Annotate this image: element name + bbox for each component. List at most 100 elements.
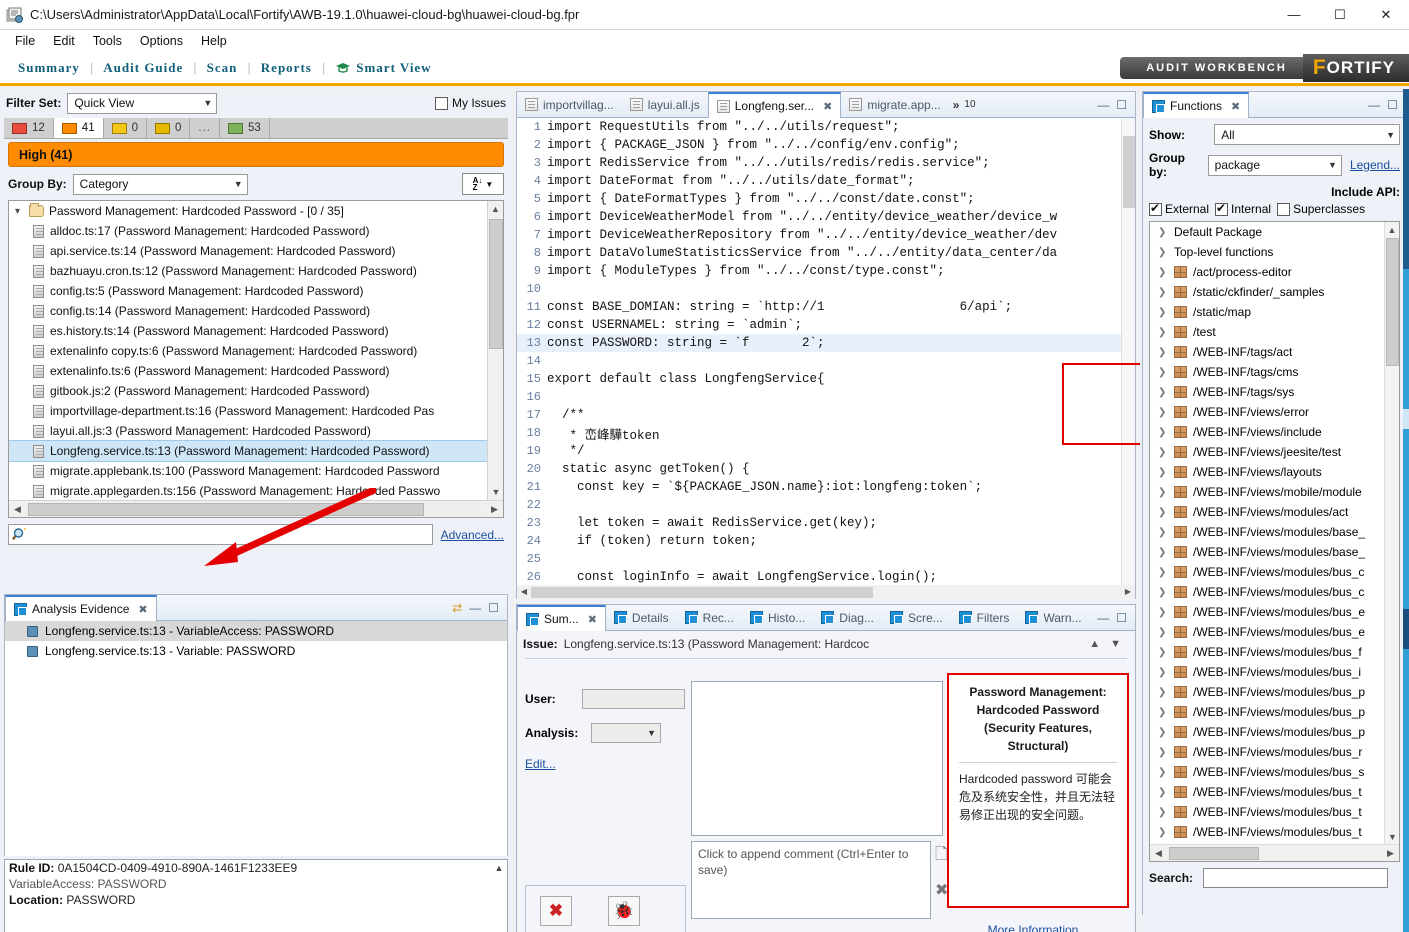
scroll-down-icon[interactable]: ▼ — [488, 484, 503, 500]
functions-vertical-scrollbar[interactable]: ▲ ▼ — [1384, 222, 1399, 844]
severity-tab-overflow[interactable]: ... — [190, 118, 220, 138]
function-node[interactable]: ❯ /WEB-INF/views/mobile/module — [1150, 482, 1399, 502]
close-icon[interactable]: ✖ — [1231, 100, 1240, 113]
issue-row-selected[interactable]: Longfeng.service.ts:13 (Password Managem… — [9, 440, 487, 462]
comment-input[interactable]: Click to append comment (Ctrl+Enter to s… — [691, 841, 931, 919]
minimize-view-icon[interactable]: — — [1097, 98, 1109, 112]
severity-tab-critical[interactable]: 12 — [4, 118, 54, 138]
scroll-right-icon[interactable]: ▶ — [1121, 587, 1135, 597]
minimize-button[interactable]: — — [1271, 0, 1317, 30]
superclasses-checkbox[interactable] — [1277, 202, 1291, 216]
legend-link[interactable]: Legend... — [1350, 158, 1400, 172]
my-issues-checkbox-group[interactable]: My Issues — [434, 96, 506, 110]
maximize-view-icon[interactable]: ☐ — [1116, 611, 1127, 625]
scrollbar-thumb[interactable] — [489, 219, 503, 349]
evidence-row[interactable]: Longfeng.service.ts:13 - Variable: PASSW… — [5, 641, 507, 661]
chevron-right-icon[interactable]: ❯ — [1158, 587, 1174, 598]
function-node[interactable]: ❯ /WEB-INF/views/jeesite/test — [1150, 442, 1399, 462]
chevron-right-icon[interactable]: ❯ — [1158, 527, 1174, 538]
chevron-right-icon[interactable]: ❯ — [1158, 627, 1174, 638]
function-node[interactable]: ❯ /WEB-INF/views/modules/bus_c — [1150, 562, 1399, 582]
function-node[interactable]: ❯ /WEB-INF/views/modules/bus_i — [1150, 662, 1399, 682]
chevron-right-icon[interactable]: ❯ — [1158, 647, 1174, 658]
issues-tree[interactable]: ▾ Password Management: Hardcoded Passwor… — [8, 200, 504, 518]
editor-tab-migrate-app[interactable]: migrate.app... — [841, 92, 948, 118]
function-node[interactable]: ❯ /WEB-INF/views/modules/bus_c — [1150, 582, 1399, 602]
issue-row[interactable]: layui.all.js:3 (Password Management: Har… — [9, 421, 487, 441]
previous-issue-button[interactable]: ▲ — [1089, 638, 1100, 650]
function-node[interactable]: ❯ /WEB-INF/views/error — [1150, 402, 1399, 422]
issue-notes-box[interactable] — [691, 681, 943, 836]
function-node[interactable]: ❯ /WEB-INF/tags/act — [1150, 342, 1399, 362]
maximize-view-icon[interactable]: ☐ — [1116, 98, 1127, 112]
show-select[interactable]: All ▼ — [1214, 124, 1400, 145]
external-checkbox-group[interactable]: External — [1149, 201, 1209, 216]
sync-icon[interactable]: ⇄ — [452, 601, 462, 615]
chevron-right-icon[interactable]: ❯ — [1158, 247, 1174, 258]
chevron-right-icon[interactable]: ❯ — [1158, 267, 1174, 278]
scroll-up-icon[interactable]: ▲ — [491, 860, 507, 876]
scroll-left-icon[interactable]: ◀ — [1150, 848, 1167, 859]
close-icon[interactable]: ✖ — [823, 100, 832, 113]
issue-row[interactable]: config.ts:14 (Password Management: Hardc… — [9, 301, 487, 321]
functions-search-input[interactable] — [1203, 868, 1389, 888]
scrollbar-track[interactable] — [531, 586, 1121, 598]
scrollbar-thumb[interactable] — [1386, 238, 1399, 366]
scrollbar-thumb[interactable] — [1123, 136, 1135, 208]
scrollbar-thumb[interactable] — [28, 502, 424, 516]
chevron-right-icon[interactable]: ❯ — [1158, 747, 1174, 758]
issue-search-field[interactable] — [28, 526, 432, 543]
function-node[interactable]: ❯ /WEB-INF/views/modules/bus_t — [1150, 802, 1399, 822]
tab-analysis-evidence[interactable]: Analysis Evidence ✖ — [5, 594, 157, 622]
minimize-view-icon[interactable]: — — [1368, 98, 1380, 112]
function-node[interactable]: ❯ Default Package — [1150, 222, 1399, 242]
chevron-right-icon[interactable]: ❯ — [1158, 407, 1174, 418]
nav-reports[interactable]: Reports — [251, 60, 322, 76]
scrollbar-thumb[interactable] — [531, 586, 874, 598]
chevron-down-icon[interactable]: ▾ — [15, 206, 29, 217]
scroll-right-icon[interactable]: ▶ — [1382, 848, 1399, 859]
function-node[interactable]: ❯ /WEB-INF/tags/sys — [1150, 382, 1399, 402]
scroll-up-icon[interactable]: ▲ — [1385, 222, 1399, 237]
tab-diagram[interactable]: Diag... — [813, 605, 882, 631]
severity-tab-high[interactable]: 41 — [53, 118, 104, 138]
scroll-right-icon[interactable]: ▶ — [486, 504, 503, 515]
function-node[interactable]: ❯ /WEB-INF/views/layouts — [1150, 462, 1399, 482]
menu-options[interactable]: Options — [131, 32, 192, 50]
function-node[interactable]: ❯ /WEB-INF/views/modules/bus_e — [1150, 622, 1399, 642]
function-node[interactable]: ❯ /WEB-INF/views/modules/bus_p — [1150, 682, 1399, 702]
nav-scan[interactable]: Scan — [197, 60, 248, 76]
issue-row[interactable]: migrate.applegarden.ts:156 (Password Man… — [9, 481, 487, 500]
editor-tab-overflow[interactable]: » 10 — [949, 92, 984, 118]
nav-audit-guide[interactable]: Audit Guide — [93, 60, 193, 76]
function-node[interactable]: ❯ /WEB-INF/tags/cms — [1150, 362, 1399, 382]
chevron-right-icon[interactable]: ❯ — [1158, 787, 1174, 798]
scrollbar-track[interactable] — [26, 502, 486, 516]
chevron-right-icon[interactable]: ❯ — [1158, 447, 1174, 458]
issue-row[interactable]: importvillage-department.ts:16 (Password… — [9, 401, 487, 421]
scroll-down-icon[interactable]: ▼ — [1385, 829, 1399, 844]
chevron-right-icon[interactable]: ❯ — [1158, 687, 1174, 698]
editor-tab-layui[interactable]: layui.all.js — [622, 92, 708, 118]
scrollbar-thumb[interactable] — [1169, 846, 1260, 860]
maximize-button[interactable]: ☐ — [1317, 0, 1363, 30]
source-code-area[interactable]: 1 import RequestUtils from "../../utils/r… — [517, 118, 1135, 599]
menu-edit[interactable]: Edit — [44, 32, 84, 50]
close-button[interactable]: ✕ — [1363, 0, 1409, 30]
internal-checkbox[interactable] — [1215, 201, 1229, 216]
minimize-view-icon[interactable]: — — [1097, 611, 1109, 625]
function-node[interactable]: ❯ /test — [1150, 322, 1399, 342]
functions-horizontal-scrollbar[interactable]: ◀ ▶ — [1150, 844, 1399, 861]
suppress-issue-button[interactable]: ✖ — [540, 896, 572, 926]
advanced-search-link[interactable]: Advanced... — [441, 528, 504, 542]
evidence-row-selected[interactable]: Longfeng.service.ts:13 - VariableAccess:… — [5, 621, 507, 641]
function-node[interactable]: ❯ /static/ckfinder/_samples — [1150, 282, 1399, 302]
function-node[interactable]: ❯ /WEB-INF/views/modules/bus_f — [1150, 642, 1399, 662]
minimize-view-icon[interactable]: — — [469, 601, 481, 615]
severity-tab-medium[interactable]: 0 — [103, 118, 147, 138]
chevron-right-icon[interactable]: ❯ — [1158, 607, 1174, 618]
maximize-view-icon[interactable]: ☐ — [488, 601, 499, 615]
tab-recommendations[interactable]: Rec... — [677, 605, 742, 631]
chevron-right-icon[interactable]: ❯ — [1158, 367, 1174, 378]
function-node[interactable]: ❯ /WEB-INF/views/modules/base_ — [1150, 542, 1399, 562]
